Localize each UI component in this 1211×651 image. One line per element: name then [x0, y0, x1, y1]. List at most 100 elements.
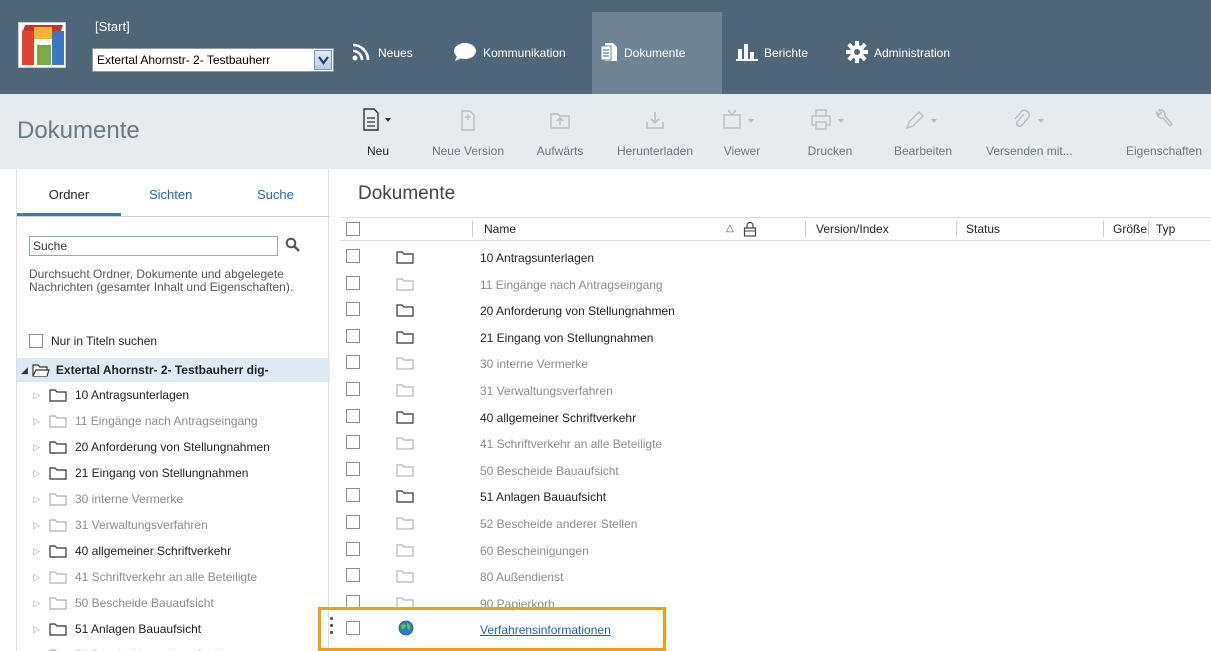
sort-ascending-icon[interactable]: △ [726, 223, 734, 234]
row-checkbox[interactable] [346, 515, 360, 529]
column-version[interactable]: Version/Index [816, 222, 889, 236]
nav-neues[interactable]: Neues [344, 12, 421, 94]
tree-item[interactable]: ▷ 41 Schriftverkehr an alle Beteiligte [33, 564, 257, 590]
row-name[interactable]: 52 Bescheide anderer Stellen [480, 517, 637, 531]
row-checkbox[interactable] [346, 488, 360, 503]
expand-arrow-icon[interactable]: ▷ [33, 546, 43, 557]
tree-item[interactable]: ▷ 20 Anforderung von Stellungnahmen [33, 434, 270, 460]
tab-ordner[interactable]: Ordner [17, 187, 121, 202]
table-row[interactable]: 41 Schriftverkehr an alle Beteiligte [340, 430, 1211, 457]
row-checkbox[interactable] [346, 382, 360, 396]
tree-item[interactable]: ▷ 11 Eingänge nach Antragseingang [33, 408, 258, 434]
column-size[interactable]: Größe [1113, 222, 1147, 236]
expand-arrow-icon[interactable]: ▷ [33, 494, 43, 505]
row-name[interactable]: 21 Eingang von Stellungnahmen [480, 331, 653, 345]
expand-arrow-icon[interactable]: ▷ [33, 520, 43, 531]
row-checkbox[interactable] [346, 328, 360, 343]
row-name[interactable]: 50 Bescheide Bauaufsicht [480, 464, 619, 478]
app-logo[interactable] [18, 22, 66, 68]
row-checkbox[interactable] [346, 408, 360, 423]
table-row[interactable]: 51 Anlagen Bauaufsicht [340, 483, 1211, 510]
row-checkbox[interactable] [346, 568, 360, 583]
table-row[interactable]: 60 Bescheinigungen [340, 537, 1211, 564]
row-name[interactable]: 40 allgemeiner Schriftverkehr [480, 411, 636, 425]
table-row[interactable]: 31 Verwaltungsverfahren [340, 377, 1211, 404]
row-name[interactable]: 31 Verwaltungsverfahren [480, 384, 613, 398]
properties-button[interactable]: Eigenschaften [1119, 94, 1209, 169]
send-with-button[interactable]: Versenden mit... [986, 94, 1073, 169]
table-row[interactable]: 10 Antragsunterlagen [340, 244, 1211, 271]
viewer-button[interactable]: Viewer [717, 94, 767, 169]
expand-arrow-icon[interactable]: ▷ [33, 624, 43, 635]
tree-root-item[interactable]: ◢ Extertal Ahornstr- 2- Testbauherr dig- [17, 358, 330, 382]
download-button[interactable]: Herunterladen [607, 94, 703, 169]
new-version-button[interactable]: Neue Version [428, 94, 508, 169]
project-select-value: Extertal Ahornstr- 2- Testbauherr [97, 53, 271, 67]
search-input[interactable] [30, 237, 277, 255]
row-checkbox[interactable] [346, 461, 360, 476]
tree-item[interactable]: ▷ 21 Eingang von Stellungnahmen [33, 460, 248, 486]
table-row[interactable]: 30 interne Vermerke [340, 350, 1211, 377]
nav-dokumente[interactable]: Dokumente [592, 12, 722, 94]
row-checkbox[interactable] [346, 249, 360, 263]
expand-arrow-icon[interactable]: ▷ [33, 468, 43, 479]
project-select[interactable]: Extertal Ahornstr- 2- Testbauherr [92, 48, 334, 72]
row-name[interactable]: 80 Außendienst [480, 570, 563, 584]
expand-arrow-icon[interactable]: ▷ [33, 572, 43, 583]
search-field[interactable] [29, 236, 278, 256]
lock-icon[interactable] [743, 221, 757, 237]
title-only-checkbox[interactable] [29, 334, 43, 348]
row-name[interactable]: 20 Anforderung von Stellungnahmen [480, 304, 675, 318]
tab-suche[interactable]: Suche [257, 187, 294, 202]
tree-item[interactable]: ▷ 40 allgemeiner Schriftverkehr [33, 538, 231, 564]
row-checkbox[interactable] [346, 355, 360, 370]
row-name[interactable]: 41 Schriftverkehr an alle Beteiligte [480, 437, 662, 451]
chevron-down-icon[interactable] [314, 50, 332, 70]
tree-item[interactable]: ▷52 Bescheide anderer Stellen [33, 642, 232, 651]
row-checkbox[interactable] [346, 302, 360, 317]
table-row[interactable]: 52 Bescheide anderer Stellen [340, 510, 1211, 537]
tree-item-label: 41 Schriftverkehr an alle Beteiligte [75, 570, 258, 584]
nav-kommunikation[interactable]: Kommunikation [445, 12, 574, 94]
row-checkbox[interactable] [346, 435, 360, 450]
row-name[interactable]: 51 Anlagen Bauaufsicht [480, 490, 606, 504]
table-row[interactable]: 11 Eingänge nach Antragseingang [340, 271, 1211, 298]
table-row[interactable]: 21 Eingang von Stellungnahmen [340, 324, 1211, 351]
panel-tabs: Ordner Sichten Suche [17, 169, 330, 217]
row-checkbox[interactable] [346, 541, 360, 556]
tree-item[interactable]: ▷ 10 Antragsunterlagen [33, 382, 189, 408]
tree-item[interactable]: ▷ 31 Verwaltungsverfahren [33, 512, 208, 538]
expand-arrow-icon[interactable]: ▷ [33, 598, 43, 609]
select-all-checkbox[interactable] [346, 222, 360, 236]
table-row[interactable]: 50 Bescheide Bauaufsicht [340, 457, 1211, 484]
nav-administration[interactable]: Administration [838, 12, 958, 94]
tree-item[interactable]: ▷ 50 Bescheide Bauaufsicht [33, 590, 214, 616]
tree-item[interactable]: ▷ 30 interne Vermerke [33, 486, 183, 512]
row-name[interactable]: 30 interne Vermerke [480, 357, 588, 371]
nav-berichte[interactable]: Berichte [728, 12, 816, 94]
new-button[interactable]: Neu [360, 94, 396, 169]
row-name[interactable]: 11 Eingänge nach Antragseingang [480, 278, 663, 292]
column-name[interactable]: Name [484, 222, 516, 236]
edit-button[interactable]: Bearbeiten [885, 94, 961, 169]
column-type[interactable]: Typ [1156, 222, 1175, 236]
row-checkbox[interactable] [346, 275, 360, 290]
table-row[interactable]: 20 Anforderung von Stellungnahmen [340, 297, 1211, 324]
print-button[interactable]: Drucken [802, 94, 858, 169]
row-name[interactable]: 10 Antragsunterlagen [480, 251, 594, 265]
drag-handle-icon[interactable] [330, 617, 334, 641]
up-button[interactable]: Aufwärts [530, 94, 590, 169]
expand-arrow-icon[interactable]: ▷ [33, 442, 43, 453]
expand-arrow-icon[interactable]: ▷ [33, 416, 43, 427]
expand-arrow-icon[interactable]: ▷ [33, 390, 43, 401]
collapse-arrow-icon[interactable]: ◢ [21, 365, 28, 376]
tree-item[interactable]: ▷ 51 Anlagen Bauaufsicht [33, 616, 201, 642]
table-row[interactable]: 40 allgemeiner Schriftverkehr [340, 404, 1211, 431]
tab-sichten[interactable]: Sichten [149, 187, 192, 202]
start-link[interactable]: [Start] [95, 19, 130, 34]
column-status[interactable]: Status [966, 222, 1000, 236]
search-icon[interactable] [285, 237, 301, 253]
row-name[interactable]: 60 Bescheinigungen [480, 544, 589, 558]
title-only-option[interactable]: Nur in Titeln suchen [29, 334, 157, 348]
table-row[interactable]: 80 Außendienst [340, 563, 1211, 590]
